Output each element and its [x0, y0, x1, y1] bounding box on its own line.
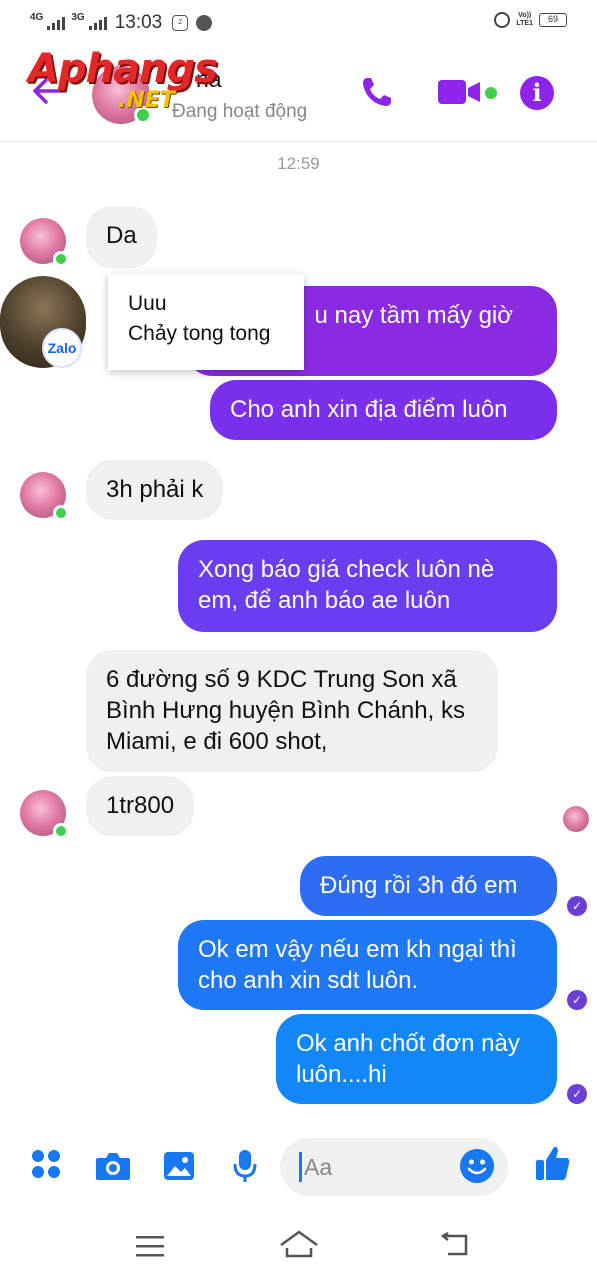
zalo-badge: Zalo	[42, 328, 82, 368]
phone-call-icon[interactable]	[360, 75, 394, 109]
recent-apps-icon[interactable]	[134, 1234, 166, 1258]
signal-icon-2	[88, 16, 107, 30]
message-bubble-incoming[interactable]: Da	[86, 206, 157, 268]
system-nav-bar	[0, 1212, 597, 1280]
message-timestamp: 12:59	[277, 154, 320, 173]
active-call-dot	[485, 87, 497, 99]
zalo-notification-icon: Z	[172, 15, 189, 31]
clock: 13:03	[114, 12, 163, 33]
network-3g-label: 3G	[71, 12, 85, 23]
signal-icon	[47, 16, 66, 30]
contact-status: Đang hoạt động	[172, 101, 308, 122]
message-bubble-incoming[interactable]: 3h phải k	[86, 460, 224, 520]
text-cursor	[299, 1152, 302, 1182]
message-bubble-incoming[interactable]: 1tr800	[86, 776, 195, 836]
watermark-logo: Aphangs	[28, 46, 218, 92]
message-bubble-outgoing[interactable]: Xong báo giá check luôn nè em, để anh bá…	[178, 540, 557, 632]
contact-avatar-small[interactable]	[20, 790, 69, 839]
video-call-icon[interactable]	[436, 78, 482, 106]
volte-icon: Vo)) LTE1	[516, 12, 533, 27]
message-input-placeholder: Aa	[304, 1154, 333, 1180]
message-bubble-outgoing[interactable]: Đúng rồi 3h đó em	[300, 856, 557, 916]
battery-icon: 69	[539, 13, 567, 27]
status-bar: 4G 3G 13:03 Z Vo)) LTE1 69	[0, 0, 597, 46]
back-nav-icon[interactable]	[440, 1232, 470, 1258]
watermark-logo-net: .NET	[118, 88, 175, 113]
network-4g-label: 4G	[30, 12, 44, 23]
home-icon[interactable]	[278, 1228, 320, 1260]
popup-sender: Uuu	[128, 292, 167, 315]
delivered-check-icon: ✓	[567, 1084, 587, 1104]
camera-icon[interactable]	[94, 1150, 132, 1182]
delivered-check-icon: ✓	[567, 896, 587, 916]
messenger-notification-icon	[196, 15, 213, 31]
zalo-popup[interactable]: Uuu Chảy tong tong	[108, 274, 304, 370]
contact-avatar-small[interactable]	[20, 472, 69, 521]
message-composer: Aa	[0, 1130, 597, 1200]
message-bubble-incoming[interactable]: 6 đường số 9 KDC Trung Son xã Bình Hưng …	[86, 650, 498, 772]
popup-caret	[96, 308, 108, 332]
message-bubble-outgoing[interactable]: Ok em vậy nếu em kh ngại thì cho anh xin…	[178, 920, 557, 1010]
like-thumbs-up-icon[interactable]	[534, 1144, 572, 1182]
apps-grid-icon[interactable]	[30, 1148, 62, 1180]
message-bubble-outgoing[interactable]: Ok anh chốt đơn này luôn....hi	[276, 1014, 557, 1104]
message-bubble-outgoing[interactable]: Cho anh xin địa điểm luôn	[210, 380, 557, 440]
emoji-icon[interactable]	[460, 1149, 494, 1183]
seen-avatar	[563, 806, 589, 832]
popup-message: Chảy tong tong	[128, 322, 271, 345]
alarm-icon	[494, 12, 511, 28]
image-gallery-icon[interactable]	[162, 1150, 196, 1182]
info-icon[interactable]: i	[520, 76, 554, 110]
delivered-check-icon: ✓	[567, 990, 587, 1010]
chat-header: na Đang hoạt động Aphangs .NET i	[0, 46, 597, 142]
microphone-icon[interactable]	[232, 1148, 258, 1184]
message-input[interactable]: Aa	[280, 1138, 508, 1196]
contact-avatar-small[interactable]	[20, 218, 69, 267]
